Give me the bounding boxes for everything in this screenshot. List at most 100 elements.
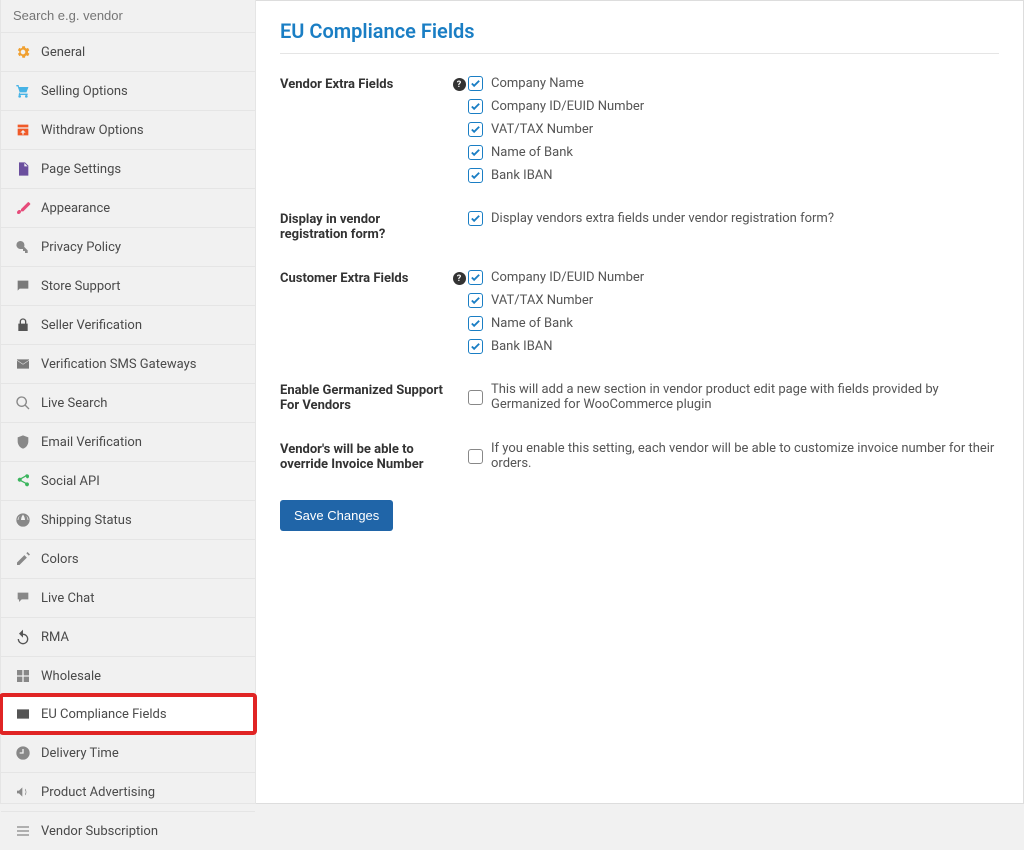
clock-icon <box>15 745 31 761</box>
option-vendor_extra-2: VAT/TAX Number <box>468 122 999 137</box>
field-invoice: Vendor's will be able to override Invoic… <box>280 441 999 472</box>
field-label: Enable Germanized Support For Vendors <box>280 382 450 413</box>
globe-icon <box>15 512 31 528</box>
checkbox-vendor_extra-3[interactable] <box>468 145 483 160</box>
lock-icon <box>15 317 31 333</box>
sidebar-item-privacy-policy[interactable]: Privacy Policy <box>1 227 255 266</box>
sidebar-item-label: Page Settings <box>41 162 121 177</box>
sidebar-item-shipping-status[interactable]: Shipping Status <box>1 500 255 539</box>
checkbox-invoice-0[interactable] <box>468 449 483 464</box>
option-label: VAT/TAX Number <box>491 293 593 308</box>
card-icon <box>15 706 31 722</box>
sidebar-item-store-support[interactable]: Store Support <box>1 266 255 305</box>
sidebar-item-label: Withdraw Options <box>41 123 144 138</box>
help-slot <box>450 441 468 443</box>
sidebar-item-live-search[interactable]: Live Search <box>1 383 255 422</box>
sidebar-item-delivery-time[interactable]: Delivery Time <box>1 733 255 772</box>
sidebar-item-rma[interactable]: RMA <box>1 617 255 656</box>
option-label: This will add a new section in vendor pr… <box>491 382 999 412</box>
pencil-icon <box>15 551 31 567</box>
help-slot: ? <box>450 270 468 285</box>
option-customer_extra-1: VAT/TAX Number <box>468 293 999 308</box>
option-label: Bank IBAN <box>491 168 553 183</box>
sidebar-item-product-advertising[interactable]: Product Advertising <box>1 772 255 811</box>
gear-icon <box>15 44 31 60</box>
checkbox-vendor_extra-0[interactable] <box>468 76 483 91</box>
help-slot <box>450 211 468 213</box>
field-control: This will add a new section in vendor pr… <box>468 382 999 412</box>
help-slot: ? <box>450 76 468 91</box>
sidebar-item-appearance[interactable]: Appearance <box>1 188 255 227</box>
sidebar-item-vendor-subscription[interactable]: Vendor Subscription <box>1 811 255 850</box>
sidebar-item-social-api[interactable]: Social API <box>1 461 255 500</box>
sidebar-item-colors[interactable]: Colors <box>1 539 255 578</box>
option-label: Name of Bank <box>491 316 573 331</box>
field-germanized: Enable Germanized Support For Vendors Thi… <box>280 382 999 413</box>
checkbox-germanized-0[interactable] <box>468 390 483 405</box>
checkbox-vendor_extra-1[interactable] <box>468 99 483 114</box>
option-customer_extra-0: Company ID/EUID Number <box>468 270 999 285</box>
field-label: Customer Extra Fields <box>280 270 450 286</box>
save-changes-button[interactable]: Save Changes <box>280 500 393 531</box>
checkbox-customer_extra-0[interactable] <box>468 270 483 285</box>
sidebar-item-seller-verification[interactable]: Seller Verification <box>1 305 255 344</box>
page-title: EU Compliance Fields <box>280 19 999 54</box>
settings-sidebar: General Selling Options Withdraw Options Pa… <box>0 0 256 804</box>
help-slot <box>450 382 468 384</box>
field-control: Company ID/EUID Number VAT/TAX Number Name… <box>468 270 999 354</box>
help-icon[interactable]: ? <box>453 272 466 285</box>
search-icon <box>15 395 31 411</box>
option-label: Bank IBAN <box>491 339 553 354</box>
sidebar-item-label: Seller Verification <box>41 318 142 333</box>
sidebar-item-page-settings[interactable]: Page Settings <box>1 149 255 188</box>
option-vendor_extra-1: Company ID/EUID Number <box>468 99 999 114</box>
checkbox-vendor_extra-2[interactable] <box>468 122 483 137</box>
shield-icon <box>15 434 31 450</box>
option-customer_extra-3: Bank IBAN <box>468 339 999 354</box>
search-input[interactable] <box>13 8 243 23</box>
sidebar-item-eu-compliance-fields[interactable]: EU Compliance Fields <box>0 693 257 735</box>
sidebar-item-label: Privacy Policy <box>41 240 121 255</box>
option-germanized-0: This will add a new section in vendor pr… <box>468 382 999 412</box>
checkbox-customer_extra-1[interactable] <box>468 293 483 308</box>
sidebar-item-label: Colors <box>41 552 79 567</box>
sidebar-item-label: Product Advertising <box>41 785 155 800</box>
page-icon <box>15 161 31 177</box>
sidebar-item-label: Vendor Subscription <box>41 824 158 839</box>
sidebar-item-general[interactable]: General <box>1 32 255 71</box>
option-label: Company Name <box>491 76 584 91</box>
sidebar-item-withdraw-options[interactable]: Withdraw Options <box>1 110 255 149</box>
option-vendor_extra-4: Bank IBAN <box>468 168 999 183</box>
checkbox-customer_extra-3[interactable] <box>468 339 483 354</box>
sidebar-item-email-verification[interactable]: Email Verification <box>1 422 255 461</box>
option-label: Display vendors extra fields under vendo… <box>491 211 834 226</box>
field-label: Display in vendor registration form? <box>280 211 450 242</box>
sidebar-item-label: RMA <box>41 630 69 645</box>
sidebar-item-label: Verification SMS Gateways <box>41 357 196 372</box>
key-icon <box>15 239 31 255</box>
option-label: Company ID/EUID Number <box>491 99 644 114</box>
help-icon[interactable]: ? <box>453 78 466 91</box>
option-label: VAT/TAX Number <box>491 122 593 137</box>
sidebar-item-verification-sms-gateways[interactable]: Verification SMS Gateways <box>1 344 255 383</box>
checkbox-display_reg-0[interactable] <box>468 211 483 226</box>
option-invoice-0: If you enable this setting, each vendor … <box>468 441 999 471</box>
undo-icon <box>15 629 31 645</box>
sidebar-item-wholesale[interactable]: Wholesale <box>1 656 255 695</box>
field-customer_extra: Customer Extra Fields?Company ID/EUID Nu… <box>280 270 999 354</box>
option-label: If you enable this setting, each vendor … <box>491 441 999 471</box>
field-vendor_extra: Vendor Extra Fields? Company Name Company … <box>280 76 999 183</box>
sidebar-item-label: Live Search <box>41 396 107 411</box>
sidebar-item-label: Selling Options <box>41 84 128 99</box>
sidebar-item-label: Delivery Time <box>41 746 119 761</box>
sidebar-item-label: Social API <box>41 474 100 489</box>
checkbox-vendor_extra-4[interactable] <box>468 168 483 183</box>
sidebar-item-selling-options[interactable]: Selling Options <box>1 71 255 110</box>
sidebar-item-live-chat[interactable]: Live Chat <box>1 578 255 617</box>
sidebar-item-label: Wholesale <box>41 669 101 684</box>
field-label: Vendor Extra Fields <box>280 76 450 92</box>
checkbox-customer_extra-2[interactable] <box>468 316 483 331</box>
sidebar-item-label: Live Chat <box>41 591 94 606</box>
sidebar-item-label: Store Support <box>41 279 121 294</box>
field-control: If you enable this setting, each vendor … <box>468 441 999 471</box>
